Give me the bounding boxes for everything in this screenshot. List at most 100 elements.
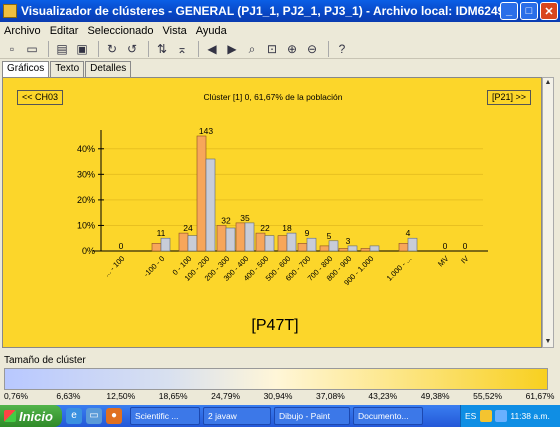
bar-population	[319, 245, 330, 252]
forward-arrow-icon[interactable]: ▶	[224, 41, 240, 57]
bar-population	[235, 222, 246, 252]
bar-cluster	[347, 245, 358, 252]
x-tick-label: -100 - 0	[142, 254, 167, 279]
menu-vista[interactable]: Vista	[163, 25, 187, 37]
bar-cluster	[225, 227, 236, 252]
find-icon[interactable]: ⌕	[244, 41, 260, 57]
language-indicator[interactable]: ES	[465, 411, 476, 421]
tray-icon[interactable]	[480, 410, 493, 422]
bar-value-label: 18	[282, 223, 292, 233]
size-tick-label: 55,52%	[473, 391, 503, 401]
scroll-up-icon[interactable]: ▲	[543, 78, 553, 88]
bar-value-label: 35	[240, 213, 250, 223]
bar-cluster	[264, 235, 275, 252]
redo-icon[interactable]: ↻	[104, 41, 120, 57]
menu-editar[interactable]: Editar	[50, 25, 79, 37]
tab-detalles[interactable]: Detalles	[85, 61, 132, 77]
cluster-name-label: [P47T]	[251, 317, 298, 334]
filter-icon[interactable]: ⌅	[174, 41, 190, 57]
x-tick-label: IV	[459, 254, 470, 265]
print-icon[interactable]: ▤	[54, 41, 70, 57]
task-javaw[interactable]: 2 javaw	[203, 407, 271, 425]
vertical-scrollbar[interactable]: ▲ ▼	[542, 77, 554, 348]
bar-cluster	[160, 237, 171, 252]
zoom-region-icon[interactable]: ⊡	[264, 41, 280, 57]
bar-population	[338, 248, 349, 252]
x-tick-label: ... - 100	[102, 254, 126, 278]
browser-icon[interactable]: e	[66, 408, 82, 424]
task-scientific[interactable]: Scientific ...	[130, 407, 200, 425]
app-icon	[3, 4, 17, 18]
bar-population	[178, 232, 189, 252]
save-icon[interactable]: ▣	[74, 41, 90, 57]
x-tick-label: 1.000 - ...	[385, 254, 414, 283]
bar-cluster	[286, 232, 297, 252]
toolbar-separator	[148, 40, 150, 57]
start-button[interactable]: Inicio	[0, 405, 62, 427]
scroll-down-icon[interactable]: ▼	[543, 337, 553, 347]
minimize-button[interactable]: _	[500, 2, 518, 20]
toolbar-separator	[198, 40, 200, 57]
tab-strip: Gráficos Texto Detalles	[2, 61, 132, 77]
cluster-size-gradient	[4, 368, 548, 390]
open-icon[interactable]: ▭	[24, 41, 40, 57]
size-tick-label: 61,67%	[525, 391, 555, 401]
bar-population	[277, 235, 288, 252]
bar-cluster	[205, 158, 216, 252]
bar-chart: 0%10%20%30%40%0... - 10011-100 - 0240 - …	[77, 126, 488, 334]
size-tick-label: 12,50%	[106, 391, 136, 401]
menu-ayuda[interactable]: Ayuda	[196, 25, 227, 37]
bar-value-label: 0	[119, 241, 124, 251]
maximize-button[interactable]: □	[520, 2, 538, 20]
undo-icon[interactable]: ↺	[124, 41, 140, 57]
close-button[interactable]: ✕	[540, 2, 558, 20]
menu-bar: Archivo Editar Seleccionado Vista Ayuda	[0, 22, 560, 39]
size-tick-label: 30,94%	[263, 391, 293, 401]
back-arrow-icon[interactable]: ◀	[204, 41, 220, 57]
toolbar-separator	[328, 40, 330, 57]
zoom-in-icon[interactable]: ⊕	[284, 41, 300, 57]
bar-cluster	[306, 237, 317, 252]
sort-icon[interactable]: ⇅	[154, 41, 170, 57]
size-bar-label: Tamaño de clúster	[4, 355, 86, 366]
size-tick-label: 6,63%	[56, 391, 81, 401]
zoom-out-icon[interactable]: ⊖	[304, 41, 320, 57]
bar-value-label: 32	[221, 215, 231, 225]
desktop-icon[interactable]: ▭	[86, 408, 102, 424]
bar-value-label: 5	[327, 231, 332, 241]
y-tick-label: 20%	[77, 195, 95, 205]
bar-population	[196, 135, 207, 252]
help-icon[interactable]: ?	[334, 41, 350, 57]
bar-population	[255, 232, 266, 252]
size-tick-label: 24,79%	[211, 391, 241, 401]
bar-cluster	[187, 235, 198, 252]
task-documento[interactable]: Documento...	[353, 407, 423, 425]
toolbar-separator	[48, 40, 50, 57]
size-tick-label: 43,23%	[368, 391, 398, 401]
bar-value-label: 3	[346, 236, 351, 246]
bar-population	[398, 243, 409, 252]
tab-texto[interactable]: Texto	[50, 61, 85, 77]
toolbar: ▫ ▭ ▤ ▣ ↻ ↺ ⇅ ⌅ ◀ ▶ ⌕ ⊡ ⊕ ⊖ ?	[0, 39, 560, 59]
bar-value-label: 11	[157, 228, 166, 238]
bar-cluster	[369, 245, 380, 252]
size-tick-label: 0,76%	[3, 391, 29, 401]
y-tick-label: 10%	[77, 220, 95, 230]
bar-value-label: 24	[183, 223, 193, 233]
bar-value-label: 0	[463, 241, 468, 251]
menu-archivo[interactable]: Archivo	[4, 25, 41, 37]
media-icon[interactable]: ●	[106, 408, 122, 424]
tab-graficos[interactable]: Gráficos	[2, 61, 50, 77]
bar-population	[360, 248, 371, 252]
size-bar-ticks: 0,76% 6,63% 12,50% 18,65% 24,79% 30,94% 37,08%…	[0, 391, 560, 403]
y-tick-label: 40%	[77, 144, 95, 154]
window-title: Visualizador de clústeres - GENERAL (PJ1…	[21, 4, 500, 18]
new-icon[interactable]: ▫	[4, 41, 20, 57]
task-paint[interactable]: Dibujo - Paint	[274, 407, 350, 425]
menu-seleccionado[interactable]: Seleccionado	[87, 25, 153, 37]
title-bar: Visualizador de clústeres - GENERAL (PJ1…	[0, 0, 560, 22]
clock: 11:38 a.m.	[510, 411, 550, 421]
bar-cluster	[407, 237, 418, 252]
toolbar-separator	[98, 40, 100, 57]
network-icon[interactable]	[495, 410, 508, 422]
